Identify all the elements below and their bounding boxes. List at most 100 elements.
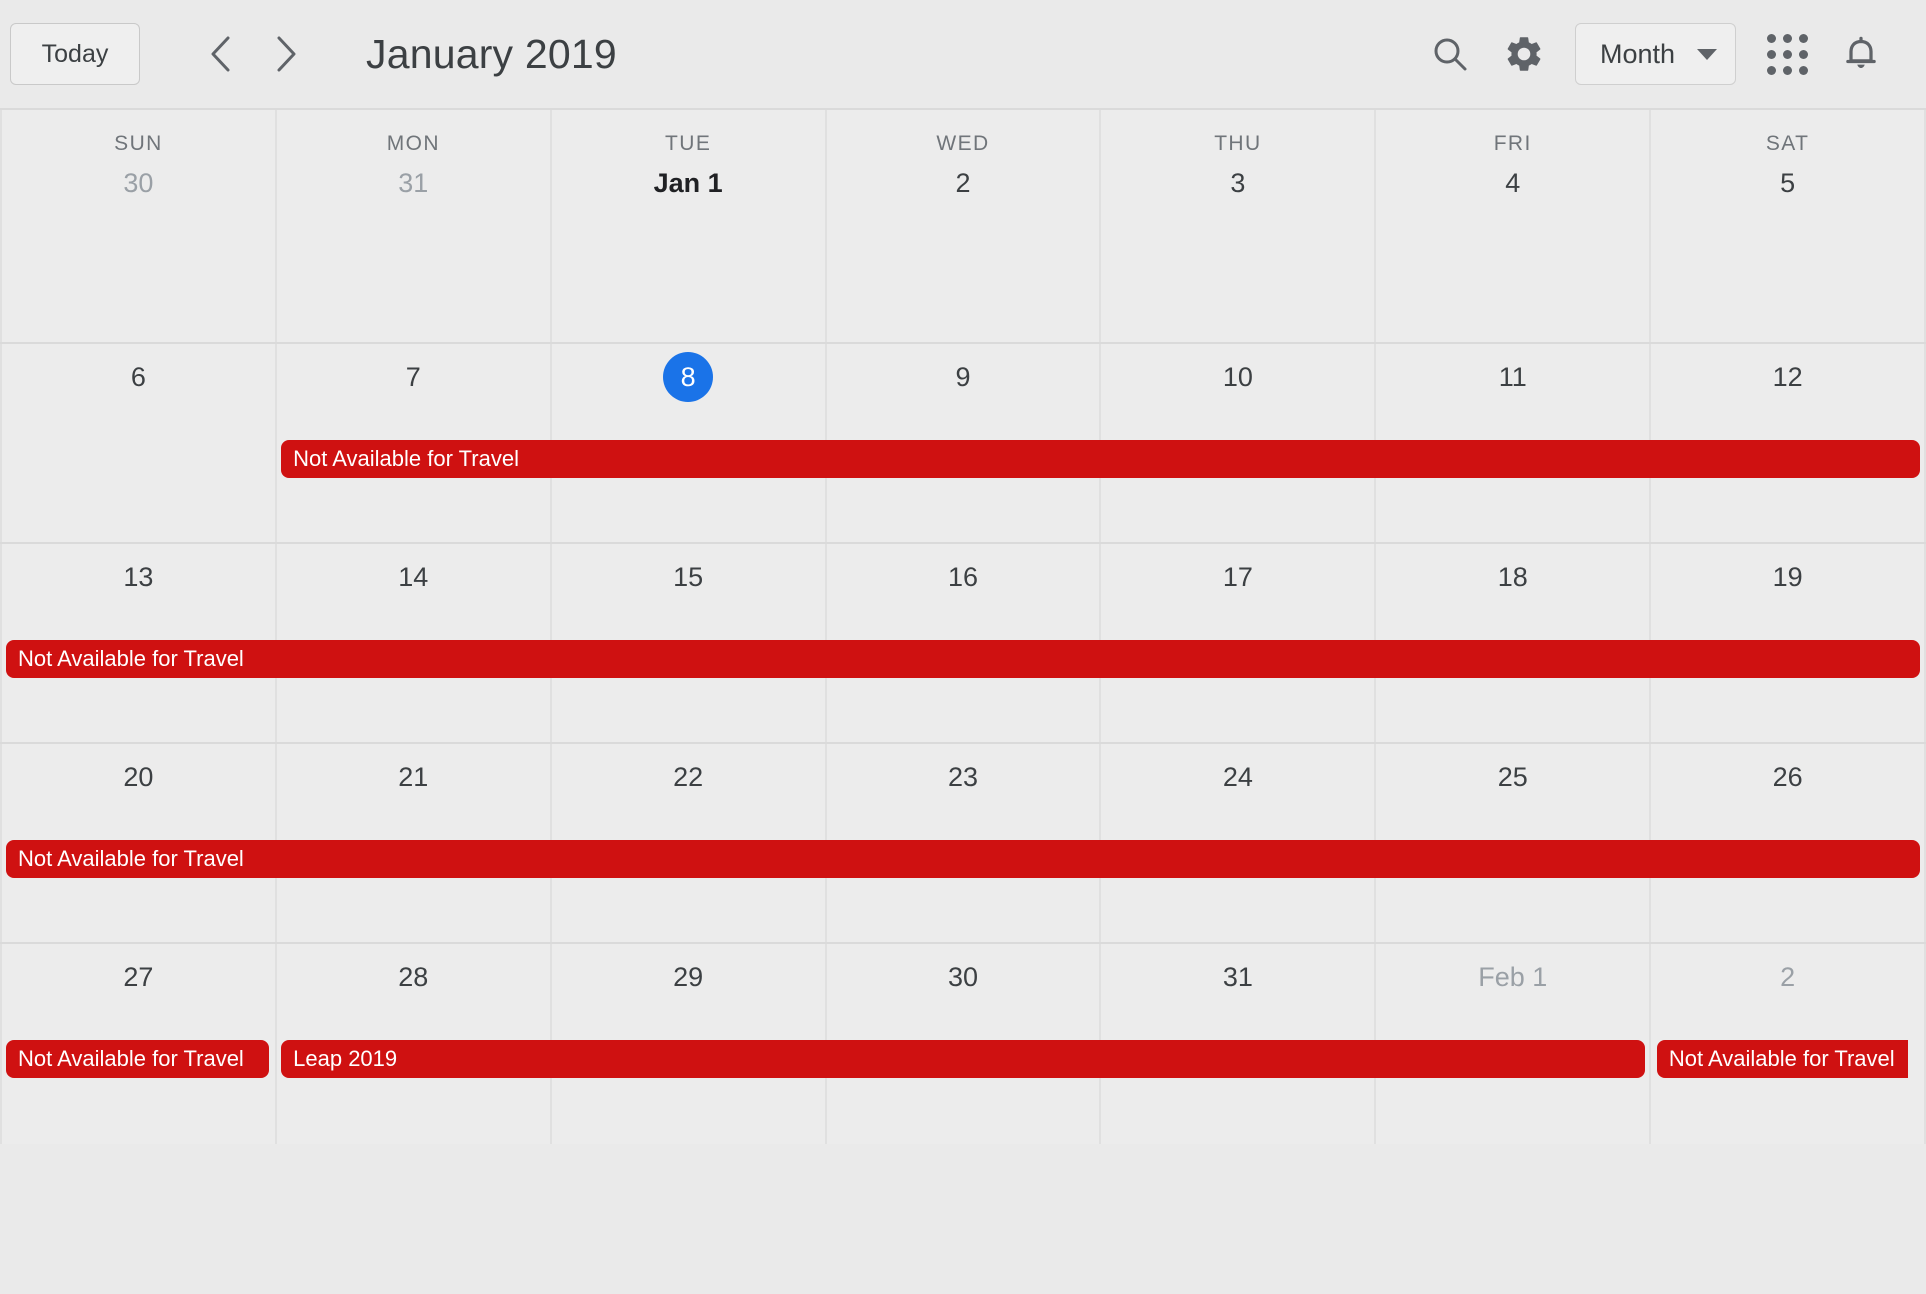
day-number[interactable]: 30 <box>123 169 153 197</box>
calendar-event-bar[interactable]: Not Available for Travel <box>6 640 1920 678</box>
day-number[interactable]: 30 <box>948 963 978 991</box>
day-of-week-header: FRI <box>1493 132 1532 155</box>
day-number[interactable]: 17 <box>1223 563 1253 591</box>
today-date-badge[interactable]: 8 <box>663 352 714 402</box>
day-of-week-header: SUN <box>114 132 163 155</box>
calendar-week-row: 27 28 29 30 31 Feb 1 2 Not Available for Travel… <box>0 944 1926 1144</box>
day-number-wrap: 30 <box>2 156 275 210</box>
day-number[interactable]: 9 <box>955 363 970 391</box>
day-number[interactable]: 3 <box>1230 169 1245 197</box>
day-number-wrap: 7 <box>277 350 550 404</box>
day-number[interactable]: 18 <box>1498 563 1528 591</box>
calendar-event-bar[interactable]: Not Available for Travel <box>6 1040 270 1078</box>
calendar-day-cell[interactable]: WED 2 <box>826 110 1102 342</box>
day-number-wrap: 24 <box>1101 750 1374 804</box>
day-number-wrap: Feb 1 <box>1376 950 1649 1004</box>
calendar-event-bar[interactable]: Not Available for Travel <box>6 840 1920 878</box>
day-number[interactable]: Jan 1 <box>654 169 723 197</box>
apps-button[interactable] <box>1750 17 1824 91</box>
day-number-wrap: 5 <box>1651 156 1924 210</box>
day-number[interactable]: 25 <box>1498 763 1528 791</box>
apps-grid-icon <box>1766 33 1808 75</box>
day-number[interactable]: 15 <box>673 563 703 591</box>
calendar-day-cell[interactable]: THU 3 <box>1101 110 1377 342</box>
day-number-wrap: 16 <box>827 550 1100 604</box>
prev-month-button[interactable] <box>198 29 242 79</box>
day-number[interactable]: 23 <box>948 763 978 791</box>
top-toolbar: Today January 2019 Month <box>0 0 1926 108</box>
day-number[interactable]: 5 <box>1780 169 1795 197</box>
day-number[interactable]: 26 <box>1773 763 1803 791</box>
day-number[interactable]: 6 <box>131 363 146 391</box>
day-number-wrap: 23 <box>827 750 1100 804</box>
day-number[interactable]: 19 <box>1773 563 1803 591</box>
bell-icon <box>1846 36 1876 68</box>
day-number[interactable]: 27 <box>123 963 153 991</box>
day-number[interactable]: 21 <box>398 763 428 791</box>
day-of-week-header: WED <box>936 132 990 155</box>
day-number-wrap: 17 <box>1101 550 1374 604</box>
day-number[interactable]: 10 <box>1223 363 1253 391</box>
day-number[interactable]: 2 <box>1780 963 1795 991</box>
day-number[interactable]: Feb 1 <box>1478 963 1547 991</box>
toolbar-actions: Month <box>1413 17 1898 91</box>
day-number-wrap: 21 <box>277 750 550 804</box>
day-number[interactable]: 16 <box>948 563 978 591</box>
page-title: January 2019 <box>366 30 617 77</box>
view-mode-select[interactable]: Month <box>1574 23 1736 85</box>
today-button[interactable]: Today <box>10 23 140 85</box>
calendar-event-bar[interactable]: Not Available for Travel <box>281 440 1920 478</box>
calendar-day-cell[interactable]: FRI 4 <box>1376 110 1652 342</box>
day-number[interactable]: 29 <box>673 963 703 991</box>
day-number[interactable]: 20 <box>123 763 153 791</box>
calendar-day-cell[interactable]: SAT 5 <box>1651 110 1926 342</box>
day-number-wrap: 3 <box>1101 156 1374 210</box>
day-of-week-header: THU <box>1214 132 1262 155</box>
day-of-week-header: TUE <box>665 132 712 155</box>
calendar-day-cell[interactable]: SUN 30 <box>0 110 277 342</box>
next-month-button[interactable] <box>264 29 308 79</box>
day-number[interactable]: 7 <box>406 363 421 391</box>
day-number[interactable]: 31 <box>398 169 428 197</box>
day-number-wrap: 6 <box>2 350 275 404</box>
day-number-wrap: 25 <box>1376 750 1649 804</box>
calendar-week-row: 6 7 8 9 10 11 12 Not Available for Travel <box>0 344 1926 544</box>
day-number[interactable]: 13 <box>123 563 153 591</box>
day-number-wrap: 2 <box>1651 950 1924 1004</box>
calendar-week-row: 13 14 15 16 17 18 19 Not Available for Travel <box>0 544 1926 744</box>
day-number-wrap: 19 <box>1651 550 1924 604</box>
day-number-wrap: 28 <box>277 950 550 1004</box>
day-number[interactable]: 12 <box>1773 363 1803 391</box>
day-number-wrap: 14 <box>277 550 550 604</box>
notifications-button[interactable] <box>1824 17 1898 91</box>
view-mode-label: Month <box>1599 38 1675 69</box>
chevron-down-icon <box>1697 48 1717 60</box>
chevron-right-icon <box>277 36 296 72</box>
day-number[interactable]: 24 <box>1223 763 1253 791</box>
calendar-day-cell[interactable]: MON 31 <box>276 110 552 342</box>
settings-button[interactable] <box>1487 17 1561 91</box>
day-number[interactable]: 31 <box>1223 963 1253 991</box>
day-number-wrap: 27 <box>2 950 275 1004</box>
search-button[interactable] <box>1413 17 1487 91</box>
day-number[interactable]: 11 <box>1499 363 1527 391</box>
day-number[interactable]: 22 <box>673 763 703 791</box>
chevron-left-icon <box>211 36 230 72</box>
day-number[interactable]: 4 <box>1505 169 1520 197</box>
day-of-week-header: SAT <box>1765 132 1810 155</box>
calendar-event-bar[interactable]: Leap 2019 <box>281 1040 1645 1078</box>
calendar-day-cell[interactable]: 6 <box>0 344 277 542</box>
day-number-wrap: 10 <box>1101 350 1374 404</box>
day-number[interactable]: 14 <box>398 563 428 591</box>
calendar-grid: SUN 30 MON 31 TUE Jan 1 WED 2 THU 3 FRI 4 SAT 5 6 7 8 9 10… <box>0 108 1926 1294</box>
day-number-wrap: 13 <box>2 550 275 604</box>
calendar-event-bar[interactable]: Not Available for Travel <box>1656 1040 1908 1078</box>
day-number[interactable]: 28 <box>398 963 428 991</box>
calendar-day-cell[interactable]: TUE Jan 1 <box>551 110 827 342</box>
day-number-wrap: 30 <box>827 950 1100 1004</box>
day-number-wrap: 18 <box>1376 550 1649 604</box>
day-number-wrap: 31 <box>1101 950 1374 1004</box>
day-number[interactable]: 2 <box>955 169 970 197</box>
calendar-week-row: SUN 30 MON 31 TUE Jan 1 WED 2 THU 3 FRI 4 SAT 5 <box>0 110 1926 344</box>
day-number-wrap: 26 <box>1651 750 1924 804</box>
